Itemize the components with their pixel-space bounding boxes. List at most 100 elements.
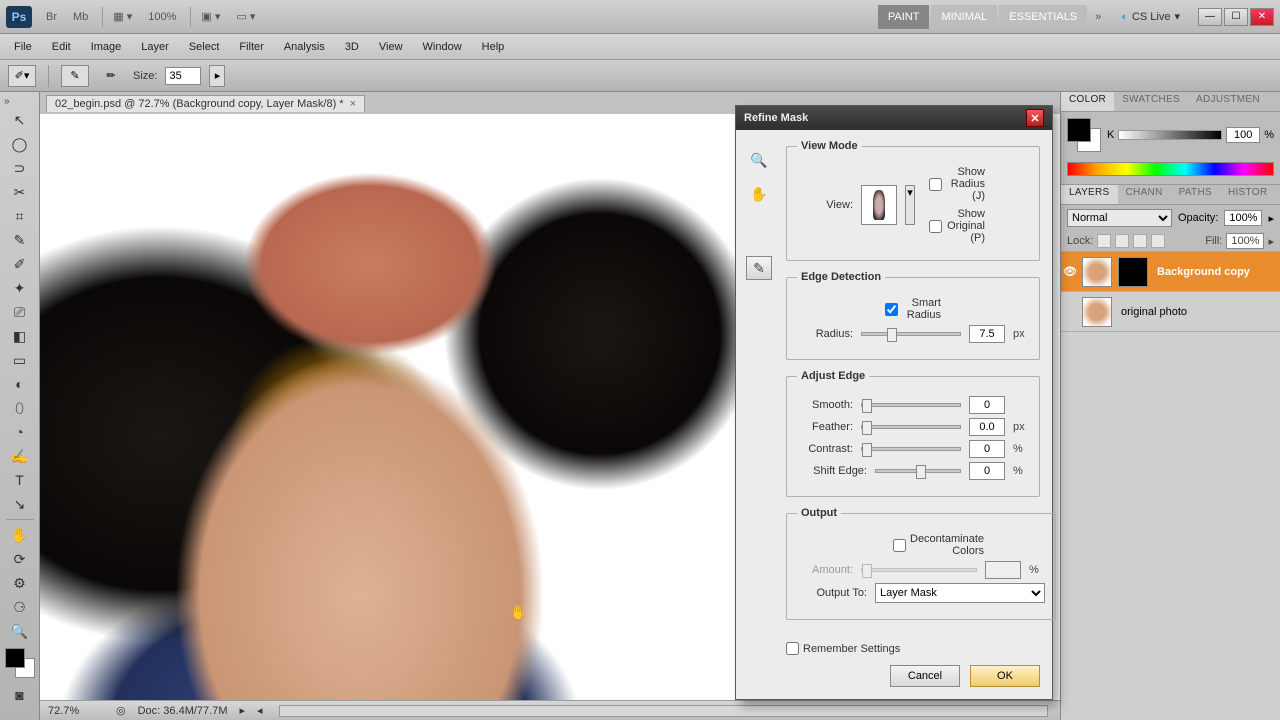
brush-size-input[interactable]: 35: [165, 67, 201, 85]
menu-window[interactable]: Window: [413, 37, 472, 57]
cs-live-button[interactable]: ◐CS Live ▾: [1113, 10, 1188, 23]
k-input[interactable]: [1226, 127, 1260, 143]
menu-analysis[interactable]: Analysis: [274, 37, 335, 57]
lock-transparency-icon[interactable]: [1097, 234, 1111, 248]
tab-layers[interactable]: LAYERS: [1061, 185, 1118, 204]
remember-settings-checkbox[interactable]: Remember Settings: [786, 642, 1040, 655]
layer-thumbnail[interactable]: [1082, 297, 1112, 327]
window-close-button[interactable]: ✕: [1250, 8, 1274, 26]
output-to-select[interactable]: Layer Mask: [875, 583, 1045, 603]
tab-adjustments[interactable]: ADJUSTMEN: [1188, 92, 1268, 111]
k-slider[interactable]: [1118, 130, 1222, 140]
move-tool[interactable]: ↖: [8, 109, 32, 131]
path-select-tool[interactable]: ↘: [8, 493, 32, 515]
ok-button[interactable]: OK: [970, 665, 1040, 687]
menu-file[interactable]: File: [4, 37, 42, 57]
brush-subtract-icon[interactable]: ✏: [97, 65, 125, 87]
tab-swatches[interactable]: SWATCHES: [1114, 92, 1188, 111]
dialog-hand-tool[interactable]: ✋: [746, 182, 772, 206]
dodge-tool[interactable]: ◔: [8, 421, 32, 443]
view-mode-dropdown[interactable]: ▾: [905, 185, 915, 225]
hand-tool[interactable]: ✋: [8, 524, 32, 546]
fill-stepper[interactable]: ▸: [1268, 235, 1274, 248]
opacity-input[interactable]: 100%: [1224, 210, 1262, 226]
rotate-view-tool[interactable]: ⟳: [8, 548, 32, 570]
status-info-icon[interactable]: ◎: [116, 704, 126, 717]
history-brush-tool[interactable]: ◧: [8, 325, 32, 347]
radius-slider[interactable]: [861, 332, 961, 336]
contrast-input[interactable]: [969, 440, 1005, 458]
pen-tool[interactable]: ✍: [8, 445, 32, 467]
contrast-slider[interactable]: [861, 447, 961, 451]
dialog-zoom-tool[interactable]: 🔍: [746, 148, 772, 172]
layer-thumbnail[interactable]: [1082, 257, 1112, 287]
layer-item[interactable]: 👁 Background copy: [1061, 252, 1280, 292]
dialog-close-button[interactable]: ✕: [1026, 109, 1044, 127]
screen-mode-button[interactable]: ▣ ▾: [195, 7, 226, 26]
type-tool[interactable]: T: [8, 469, 32, 491]
smooth-input[interactable]: [969, 396, 1005, 414]
refine-radius-tool[interactable]: ✎: [746, 256, 772, 280]
blur-tool[interactable]: ⬯: [8, 397, 32, 419]
feather-slider[interactable]: [861, 425, 961, 429]
quick-select-tool[interactable]: ✂: [8, 181, 32, 203]
3d-camera-tool[interactable]: ⚆: [8, 596, 32, 618]
foreground-background-swatch[interactable]: [5, 648, 35, 678]
zoom-tool[interactable]: 🔍: [8, 620, 32, 642]
dialog-titlebar[interactable]: Refine Mask ✕: [736, 106, 1052, 130]
zoom-level[interactable]: 100%: [142, 8, 182, 26]
radius-input[interactable]: [969, 325, 1005, 343]
brush-add-icon[interactable]: ✎: [61, 65, 89, 87]
document-tab[interactable]: 02_begin.psd @ 72.7% (Background copy, L…: [46, 95, 365, 112]
tab-color[interactable]: COLOR: [1061, 92, 1114, 111]
tab-channels[interactable]: CHANN: [1118, 185, 1171, 204]
menu-filter[interactable]: Filter: [229, 37, 273, 57]
menu-help[interactable]: Help: [472, 37, 515, 57]
horizontal-scrollbar[interactable]: [279, 705, 1048, 717]
healing-tool[interactable]: ✐: [8, 253, 32, 275]
menu-edit[interactable]: Edit: [42, 37, 81, 57]
decontaminate-checkbox[interactable]: Decontaminate Colors: [893, 533, 949, 557]
scrollbar-left-icon[interactable]: ◂: [257, 704, 263, 717]
workspace-minimal[interactable]: MINIMAL: [931, 5, 997, 29]
crop-tool[interactable]: ⌗: [8, 205, 32, 227]
document-tab-close[interactable]: ×: [350, 98, 356, 110]
eyedropper-tool[interactable]: ✎: [8, 229, 32, 251]
arrange-docs-button[interactable]: ▦ ▾: [107, 7, 138, 26]
workspace-essentials[interactable]: ESSENTIALS: [999, 5, 1087, 29]
minibridge-button[interactable]: Mb: [67, 8, 94, 26]
fg-swatch[interactable]: [1067, 118, 1091, 142]
workspace-more[interactable]: »: [1089, 8, 1107, 26]
opacity-stepper[interactable]: ▸: [1268, 212, 1274, 225]
tab-paths[interactable]: PATHS: [1171, 185, 1220, 204]
show-radius-checkbox[interactable]: Show Radius (J): [929, 166, 985, 202]
menu-view[interactable]: View: [369, 37, 413, 57]
window-maximize-button[interactable]: ☐: [1224, 8, 1248, 26]
lock-pixels-icon[interactable]: [1115, 234, 1129, 248]
smart-radius-checkbox[interactable]: Smart Radius: [885, 297, 941, 321]
menu-3d[interactable]: 3D: [335, 37, 369, 57]
shift-edge-input[interactable]: [969, 462, 1005, 480]
menu-layer[interactable]: Layer: [131, 37, 179, 57]
visibility-toggle-icon[interactable]: 👁: [1061, 265, 1079, 278]
color-panel-swatch[interactable]: [1067, 118, 1101, 152]
menu-image[interactable]: Image: [81, 37, 132, 57]
shift-edge-slider[interactable]: [875, 469, 961, 473]
tab-history[interactable]: HISTOR: [1220, 185, 1275, 204]
feather-input[interactable]: [969, 418, 1005, 436]
lock-position-icon[interactable]: [1133, 234, 1147, 248]
brush-tool[interactable]: ✦: [8, 277, 32, 299]
window-minimize-button[interactable]: —: [1198, 8, 1222, 26]
fill-input[interactable]: 100%: [1226, 233, 1264, 249]
view-mode-thumbnail[interactable]: [861, 185, 897, 225]
workspace-paint[interactable]: PAINT: [878, 5, 930, 29]
size-stepper[interactable]: ▸: [209, 65, 225, 87]
menu-select[interactable]: Select: [179, 37, 230, 57]
extras-button[interactable]: ▭ ▾: [230, 7, 261, 26]
stamp-tool[interactable]: ⎚: [8, 301, 32, 323]
status-zoom[interactable]: 72.7%: [48, 705, 104, 717]
lasso-tool[interactable]: ⊃: [8, 157, 32, 179]
marquee-tool[interactable]: ◯: [8, 133, 32, 155]
blend-mode-select[interactable]: Normal: [1067, 209, 1172, 227]
layer-mask-thumbnail[interactable]: [1118, 257, 1148, 287]
